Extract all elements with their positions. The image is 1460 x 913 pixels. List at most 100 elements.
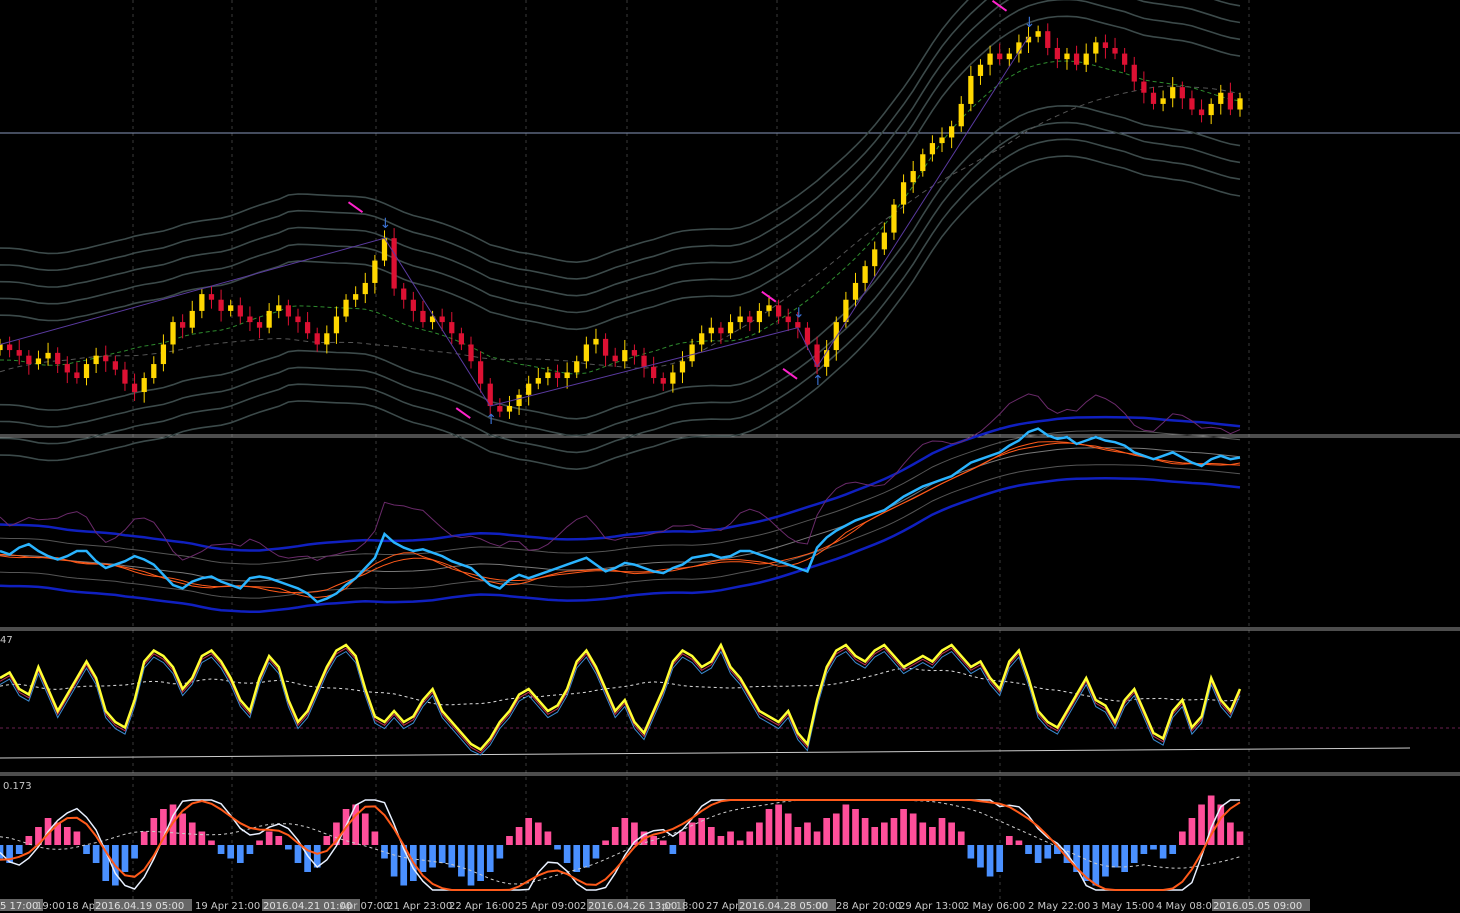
candle-body [122, 369, 128, 384]
candle-body [45, 352, 51, 359]
candle-body [131, 383, 138, 393]
candle-body [372, 260, 378, 283]
candle-body [1045, 31, 1051, 48]
candle-body [968, 75, 974, 104]
candle-body [1160, 98, 1166, 104]
macd-histogram-bar [1169, 845, 1177, 854]
candle-body [1112, 47, 1118, 54]
macd-histogram-bar [544, 831, 552, 845]
macd-histogram-bar [1102, 845, 1109, 877]
candle-body [583, 344, 589, 362]
macd-histogram-bar [323, 836, 331, 845]
macd-histogram-bar [1044, 845, 1052, 859]
macd-histogram-bar [842, 804, 850, 845]
candle-body [795, 322, 801, 328]
time-axis-label: 2016.04.19 05:00 [95, 901, 184, 912]
macd-histogram-bar [486, 845, 494, 872]
macd-histogram-bar [246, 845, 254, 854]
macd-histogram-bar [621, 818, 629, 845]
trading-chart[interactable]: ↓↑↓↑↓ 47 0.173 5 17:0019:00 18 Ap 2016.04.… [0, 0, 1460, 913]
candle-body [699, 333, 705, 345]
macd-histogram-bar [717, 836, 725, 845]
time-axis-label: 2 [580, 901, 586, 912]
candle-body [314, 333, 320, 345]
macd-histogram-bar [477, 845, 484, 881]
macd-histogram-bar [525, 818, 533, 845]
candle-body [93, 355, 99, 365]
candle-body [1073, 53, 1080, 65]
macd-histogram-bar [458, 845, 465, 877]
candle-body [256, 322, 263, 328]
macd-histogram-bar [852, 809, 859, 845]
top-marker-icon: ↓ [1024, 15, 1036, 31]
candle-body [16, 350, 22, 356]
candle-body [775, 305, 782, 317]
candle-body [324, 333, 330, 345]
macd-histogram-bar [419, 845, 427, 872]
candle-body [949, 126, 955, 138]
macd-histogram-bar [25, 836, 33, 845]
candle-body [939, 137, 945, 144]
candle-body [170, 322, 176, 345]
time-axis-label: 19 Apr 21:00 [195, 901, 260, 912]
candle-body [747, 316, 753, 323]
candle-body [1237, 98, 1243, 110]
candle-body [458, 333, 465, 345]
candle-body [920, 154, 926, 172]
macd-histogram-bar [669, 845, 677, 854]
candle-body [622, 350, 628, 362]
time-axis-label: 28 Apr 20:00 [836, 901, 901, 912]
candle-body [276, 305, 282, 311]
macd-histogram-bar [83, 845, 90, 854]
candle-body [410, 299, 416, 311]
candle-body [180, 322, 186, 328]
candle-body [1093, 42, 1099, 54]
macd-histogram-bar [659, 840, 667, 845]
candle-body [439, 316, 445, 323]
macd-histogram-bar [534, 822, 542, 845]
macd-histogram-bar [756, 822, 763, 845]
macd-value-label: 0.173 [3, 781, 32, 792]
macd-histogram-bar [198, 831, 206, 845]
candle-body [112, 361, 118, 370]
macd-histogram-bar [707, 827, 715, 845]
candle-body [1208, 103, 1214, 116]
candle-body [151, 364, 157, 379]
macd-histogram-bar [1159, 845, 1167, 859]
time-axis-label: 22 Apr 16:00 [449, 901, 514, 912]
time-axis-label: 25 Apr 09:00 [515, 901, 580, 912]
top-marker-icon: ↓ [793, 306, 805, 322]
candle-body [574, 361, 580, 373]
candle-body [727, 322, 734, 334]
candle-body [872, 249, 878, 267]
macd-histogram-bar [0, 845, 4, 859]
bottom-marker-icon: ↑ [485, 412, 497, 428]
macd-histogram-bar [602, 840, 609, 845]
time-axis-label: 21 Apr 23:00 [387, 901, 452, 912]
candle-body [55, 352, 61, 365]
candle-body [660, 378, 666, 384]
macd-histogram-bar [1188, 818, 1196, 845]
candle-body [689, 344, 695, 362]
candle-body [631, 350, 638, 356]
macd-histogram-bar [506, 836, 513, 845]
macd-histogram-bar [1198, 804, 1205, 845]
macd-histogram-bar [909, 813, 917, 845]
candle-body [449, 322, 455, 334]
candle-body [420, 310, 426, 323]
time-axis-label: 00 [815, 901, 828, 912]
candle-body [83, 364, 90, 379]
candle-body [1083, 53, 1089, 65]
macd-histogram-bar [611, 827, 619, 845]
candle-body [929, 143, 936, 155]
candle-body [247, 316, 253, 323]
candle-body [554, 372, 561, 379]
candle-body [477, 361, 484, 384]
macd-histogram-bar [1005, 836, 1013, 845]
candle-body [1054, 47, 1060, 60]
candle-body [1131, 64, 1137, 82]
candle-body [6, 344, 13, 351]
macd-histogram-bar [131, 845, 138, 859]
candle-body [506, 406, 513, 412]
candle-body [333, 316, 340, 334]
